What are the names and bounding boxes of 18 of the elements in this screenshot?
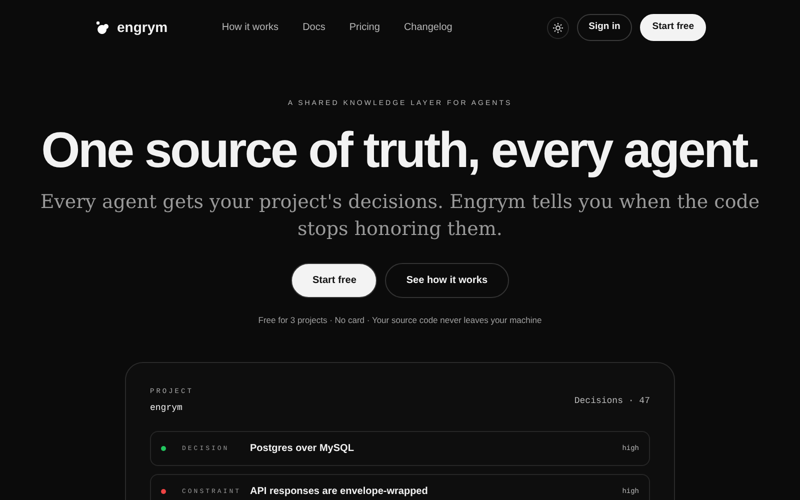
nav-link[interactable]: How it works (222, 20, 279, 35)
sun-icon (552, 22, 563, 32)
start-free-button[interactable]: Start free (291, 262, 378, 298)
decision-title: Postgres over MySQL (250, 442, 355, 456)
theme-toggle-button[interactable] (546, 16, 569, 38)
project-name: engrym (150, 402, 184, 415)
start-free-button[interactable]: Start free (640, 14, 706, 41)
logo-icon (96, 20, 109, 34)
nav-link[interactable]: Changelog (404, 20, 452, 35)
brand-name[interactable]: engrym (117, 17, 168, 38)
decision-title: API responses are envelope-wrapped (250, 485, 429, 500)
nav-link[interactable]: Docs (302, 20, 326, 35)
sign-in-button[interactable]: Sign in (576, 14, 632, 41)
hero-subtitle: Every agent gets your project's decisions. Engrym tells you when the code stops honoring them. (40, 190, 760, 242)
decision-count: Decisions · 47 (574, 395, 650, 408)
hero-note: Free for 3 projects · No card · Your source code never leaves your machine (257, 314, 543, 326)
nav-link[interactable]: Pricing (349, 20, 380, 35)
see-how-it-works-button[interactable]: See how it works (385, 262, 509, 298)
